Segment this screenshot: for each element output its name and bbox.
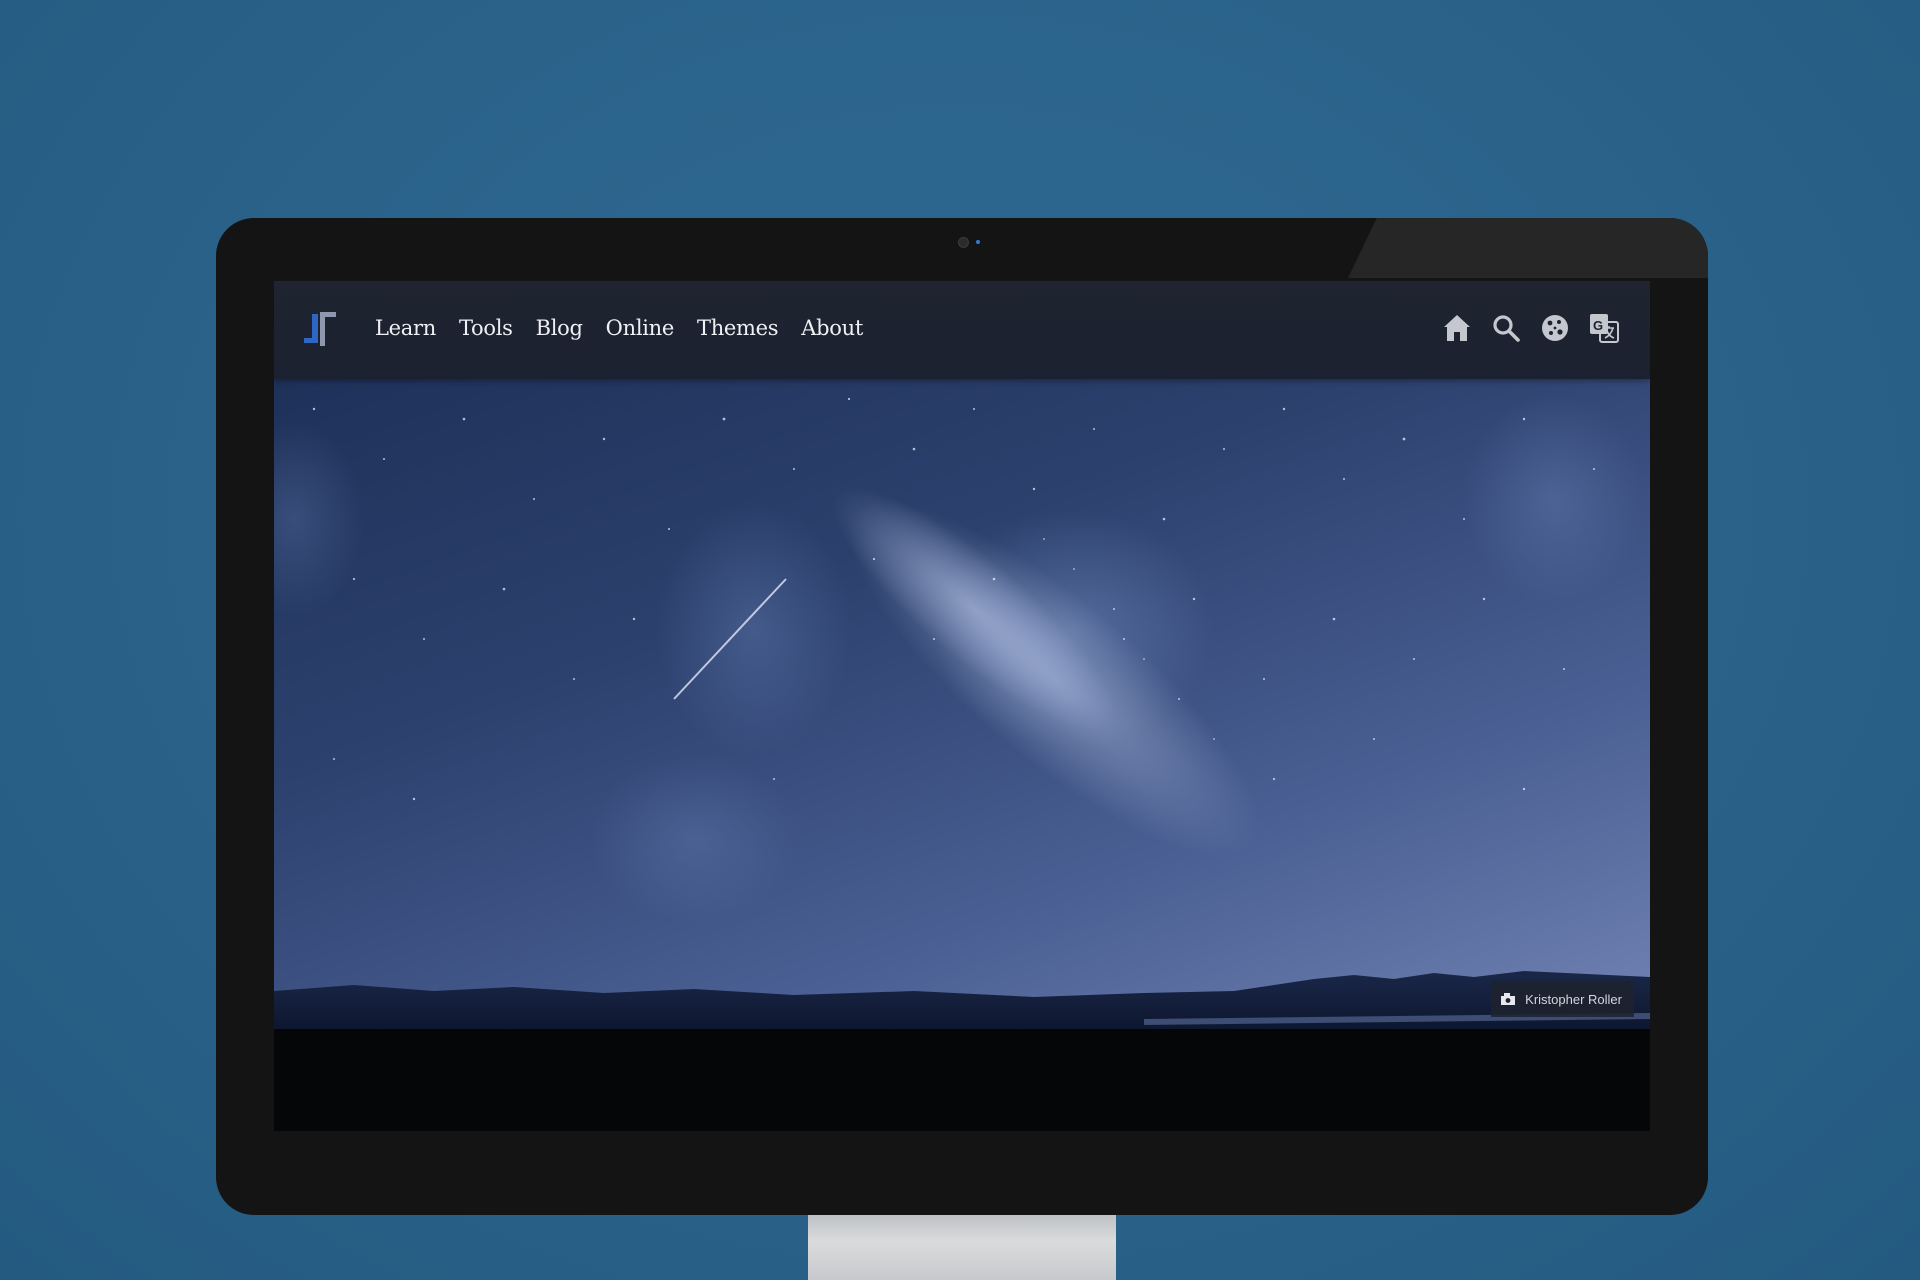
svg-text:G: G (1593, 318, 1603, 333)
cookie-icon[interactable] (1539, 311, 1571, 345)
nav-online[interactable]: Online (606, 313, 675, 343)
nav-icon-group: G (1441, 311, 1620, 345)
photo-credit-name: Kristopher Roller (1525, 991, 1622, 1007)
nav-about[interactable]: About (801, 313, 863, 343)
main-nav: Learn Tools Blog Online Themes About (375, 313, 863, 343)
hero-image: Kristopher Roller (274, 379, 1650, 1029)
translate-icon[interactable]: G (1588, 311, 1620, 345)
nav-tools[interactable]: Tools (459, 313, 513, 343)
search-icon[interactable] (1490, 311, 1522, 345)
page-below-hero (274, 1029, 1650, 1131)
top-navbar: Learn Tools Blog Online Themes About G (274, 281, 1650, 379)
bezel-glare (1348, 218, 1708, 278)
webcam-led (976, 240, 980, 244)
site-logo-icon[interactable] (298, 308, 340, 354)
webcam (958, 237, 969, 248)
monitor-frame: Learn Tools Blog Online Themes About G K… (216, 218, 1708, 1215)
screen: Learn Tools Blog Online Themes About G K… (274, 281, 1650, 1131)
camera-icon (1501, 993, 1516, 1005)
night-sky-illustration (274, 397, 1650, 1029)
photo-credit-badge[interactable]: Kristopher Roller (1491, 981, 1634, 1017)
monitor-stand (808, 1210, 1116, 1280)
nav-learn[interactable]: Learn (375, 313, 436, 343)
nav-themes[interactable]: Themes (697, 313, 779, 343)
home-icon[interactable] (1441, 311, 1473, 345)
nav-blog[interactable]: Blog (536, 313, 583, 343)
